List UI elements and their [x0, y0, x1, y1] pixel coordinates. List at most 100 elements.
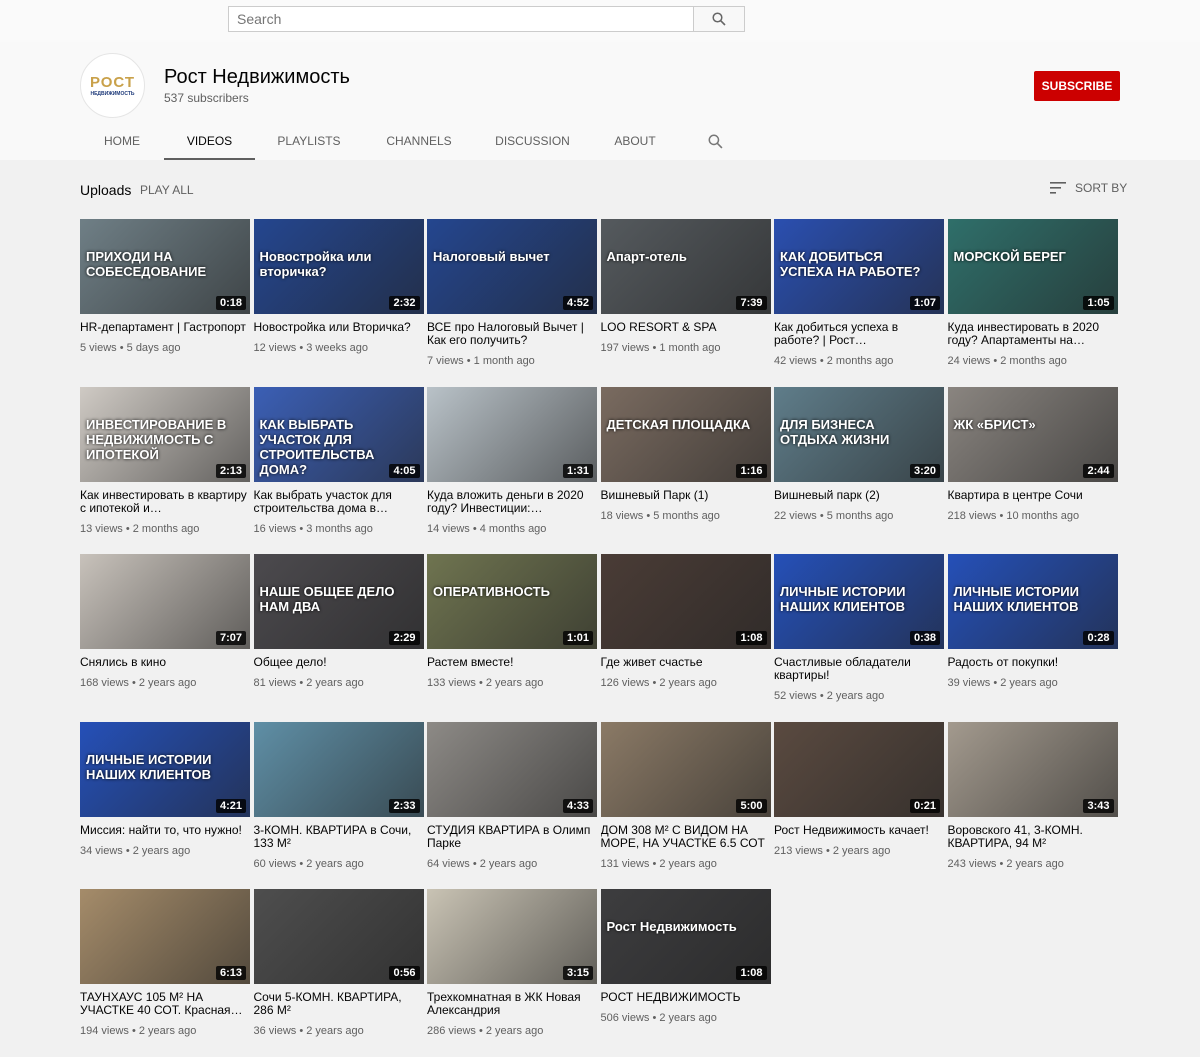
video-title[interactable]: Снялись в кино [80, 656, 250, 669]
tab-home[interactable]: HOME [80, 120, 164, 160]
video-card[interactable]: ЛИЧНЫЕ ИСТОРИИ НАШИХ КЛИЕНТОВ 0:28 Радос… [947, 554, 1118, 722]
video-thumbnail[interactable]: 1:08 [600, 554, 771, 649]
video-title[interactable]: 3-КОМН. КВАРТИРА в Сочи, 133 М² [254, 824, 424, 850]
video-title[interactable]: Общее дело! [254, 656, 424, 669]
video-thumbnail[interactable]: КАК ВЫБРАТЬ УЧАСТОК ДЛЯ СТРОИТЕЛЬСТВА ДО… [253, 386, 424, 482]
video-card[interactable]: ПРИХОДИ НА СОБЕСЕДОВАНИЕ 0:18 HR-департа… [80, 219, 250, 387]
video-thumbnail[interactable]: Апарт-отель 7:39 [600, 219, 771, 314]
video-title[interactable]: Вишневый парк (2) [774, 489, 944, 502]
video-duration: 2:29 [389, 631, 420, 645]
video-title[interactable]: Вишневый Парк (1) [601, 489, 771, 502]
search-input[interactable] [228, 6, 694, 32]
video-thumbnail[interactable]: 0:56 [253, 889, 424, 984]
video-thumbnail[interactable]: ЛИЧНЫЕ ИСТОРИИ НАШИХ КЛИЕНТОВ 0:38 [774, 554, 944, 649]
video-thumbnail[interactable]: 2:33 [253, 721, 424, 817]
video-thumbnail[interactable]: ЛИЧНЫЕ ИСТОРИИ НАШИХ КЛИЕНТОВ 4:21 [80, 721, 250, 817]
video-duration: 4:21 [215, 798, 246, 813]
video-card[interactable]: 4:33 СТУДИЯ КВАРТИРА в Олимп Парке 64 vi… [427, 721, 597, 890]
video-card[interactable]: 0:21 Рост Недвижимость качает! 213 views… [774, 721, 944, 890]
video-title[interactable]: РОСТ НЕДВИЖИМОСТЬ [601, 991, 771, 1004]
video-card[interactable]: 3:43 Воровского 41, 3-КОМН. КВАРТИРА, 94… [947, 721, 1118, 890]
video-card[interactable]: Налоговый вычет 4:52 ВСЕ про Налоговый В… [427, 219, 597, 387]
video-title[interactable]: Квартира в центре Сочи [948, 489, 1118, 502]
video-card[interactable]: ЛИЧНЫЕ ИСТОРИИ НАШИХ КЛИЕНТОВ 0:38 Счаст… [774, 554, 944, 722]
video-thumbnail[interactable]: 3:15 [427, 889, 597, 984]
video-thumbnail[interactable]: НАШЕ ОБЩЕЕ ДЕЛО НАМ ДВА 2:29 [253, 554, 424, 649]
video-thumbnail[interactable]: ПРИХОДИ НА СОБЕСЕДОВАНИЕ 0:18 [80, 219, 250, 314]
video-title[interactable]: Новостройка или Вторичка? [254, 321, 424, 334]
video-card[interactable]: Рост Недвижимость 1:08 РОСТ НЕДВИЖИМОСТЬ… [600, 889, 771, 1057]
video-card[interactable]: КАК ДОБИТЬСЯ УСПЕХА НА РАБОТЕ? 1:07 Как … [774, 219, 944, 387]
video-title[interactable]: LOO RESORT & SPA [601, 321, 771, 334]
video-title[interactable]: Как инвестировать в квартиру с ипотекой … [80, 489, 250, 515]
tab-discussion[interactable]: DISCUSSION [475, 120, 590, 160]
video-thumbnail[interactable]: 1:31 [427, 386, 597, 482]
video-thumbnail[interactable]: ДЛЯ БИЗНЕСА ОТДЫХА ЖИЗНИ 3:20 [774, 386, 944, 482]
video-title[interactable]: Рост Недвижимость качает! [774, 824, 944, 837]
play-all-button[interactable]: PLAY ALL [140, 183, 194, 197]
tab-videos[interactable]: VIDEOS [164, 120, 255, 160]
tab-playlists[interactable]: PLAYLISTS [255, 120, 363, 160]
video-card[interactable]: 1:08 Где живет счастье 126 views • 2 yea… [600, 554, 771, 722]
tab-about[interactable]: ABOUT [590, 120, 680, 160]
video-title[interactable]: Миссия: найти то, что нужно! [80, 824, 250, 837]
video-thumbnail[interactable]: Рост Недвижимость 1:08 [600, 889, 771, 984]
video-card[interactable]: НАШЕ ОБЩЕЕ ДЕЛО НАМ ДВА 2:29 Общее дело!… [253, 554, 424, 722]
video-thumbnail[interactable]: 0:21 [774, 721, 944, 817]
video-card[interactable]: 1:31 Куда вложить деньги в 2020 году? Ин… [427, 386, 597, 555]
video-thumbnail[interactable]: ЖК «БРИСТ» 2:44 [947, 386, 1118, 482]
video-thumbnail[interactable]: МОРСКОЙ БЕРЕГ 1:05 [947, 219, 1118, 314]
video-title[interactable]: HR-департамент | Гастропорт [80, 321, 250, 334]
video-thumbnail[interactable]: ЛИЧНЫЕ ИСТОРИИ НАШИХ КЛИЕНТОВ 0:28 [947, 554, 1118, 649]
video-title[interactable]: ДОМ 308 М² С ВИДОМ НА МОРЕ, НА УЧАСТКЕ 6… [601, 824, 771, 850]
video-card[interactable]: Апарт-отель 7:39 LOO RESORT & SPA 197 vi… [600, 219, 771, 387]
video-title[interactable]: Воровского 41, 3-КОМН. КВАРТИРА, 94 М² [948, 824, 1118, 850]
video-card[interactable]: КАК ВЫБРАТЬ УЧАСТОК ДЛЯ СТРОИТЕЛЬСТВА ДО… [253, 386, 424, 555]
video-card[interactable]: 5:00 ДОМ 308 М² С ВИДОМ НА МОРЕ, НА УЧАС… [600, 721, 771, 890]
video-card[interactable]: 3:15 Трехкомнатная в ЖК Новая Александри… [427, 889, 597, 1057]
channel-search-button[interactable] [680, 120, 750, 160]
video-title[interactable]: Как выбрать участок для строительства до… [254, 489, 424, 515]
video-thumbnail[interactable]: ОПЕРАТИВНОСТЬ 1:01 [427, 554, 597, 649]
video-thumbnail[interactable]: 7:07 [80, 554, 250, 649]
video-title[interactable]: СТУДИЯ КВАРТИРА в Олимп Парке [427, 824, 597, 850]
video-card[interactable]: Новостройка или вторичка? 2:32 Новострой… [253, 219, 424, 387]
video-thumbnail[interactable]: ДЕТСКАЯ ПЛОЩАДКА 1:16 [600, 386, 771, 482]
search-button[interactable] [693, 6, 745, 32]
video-card[interactable]: 0:56 Сочи 5-КОМН. КВАРТИРА, 286 М² 36 vi… [253, 889, 424, 1057]
video-thumbnail[interactable]: 3:43 [947, 721, 1118, 817]
video-title[interactable]: Куда вложить деньги в 2020 году? Инвести… [427, 489, 597, 515]
video-card[interactable]: ОПЕРАТИВНОСТЬ 1:01 Растем вместе! 133 vi… [427, 554, 597, 722]
video-title[interactable]: Как добиться успеха в работе? | Рост… [774, 321, 944, 347]
video-title[interactable]: Где живет счастье [601, 656, 771, 669]
video-title[interactable]: ВСЕ про Налоговый Вычет | Как его получи… [427, 321, 597, 347]
video-thumbnail[interactable]: 4:33 [427, 721, 597, 817]
video-title[interactable]: ТАУНХАУС 105 М² НА УЧАСТКЕ 40 СОТ. Красн… [80, 991, 250, 1017]
video-thumbnail[interactable]: ИНВЕСТИРОВАНИЕ В НЕДВИЖИМОСТЬ С ИПОТЕКОЙ… [80, 386, 250, 482]
video-card[interactable]: МОРСКОЙ БЕРЕГ 1:05 Куда инвестировать в … [947, 219, 1118, 387]
video-card[interactable]: ЛИЧНЫЕ ИСТОРИИ НАШИХ КЛИЕНТОВ 4:21 Мисси… [80, 721, 250, 890]
video-title[interactable]: Растем вместе! [427, 656, 597, 669]
video-card[interactable]: ДЛЯ БИЗНЕСА ОТДЫХА ЖИЗНИ 3:20 Вишневый п… [774, 386, 944, 555]
video-card[interactable]: 7:07 Снялись в кино 168 views • 2 years … [80, 554, 250, 722]
video-title[interactable]: Сочи 5-КОМН. КВАРТИРА, 286 М² [254, 991, 424, 1017]
tab-channels[interactable]: CHANNELS [363, 120, 475, 160]
video-title[interactable]: Радость от покупки! [948, 656, 1118, 669]
sort-by-button[interactable]: SORT BY [1050, 181, 1127, 195]
video-thumbnail[interactable]: Новостройка или вторичка? 2:32 [253, 219, 424, 314]
video-card[interactable]: 6:13 ТАУНХАУС 105 М² НА УЧАСТКЕ 40 СОТ. … [80, 889, 250, 1057]
video-title[interactable]: Трехкомнатная в ЖК Новая Александрия [427, 991, 597, 1017]
video-card[interactable]: ДЕТСКАЯ ПЛОЩАДКА 1:16 Вишневый Парк (1) … [600, 386, 771, 555]
subscribe-button[interactable]: SUBSCRIBE [1034, 71, 1120, 101]
avatar[interactable]: РОСТ НЕДВИЖИМОСТЬ [80, 53, 145, 118]
video-thumbnail[interactable]: 6:13 [80, 889, 250, 984]
thumbnail-text: ОПЕРАТИВНОСТЬ [433, 584, 550, 599]
video-thumbnail[interactable]: КАК ДОБИТЬСЯ УСПЕХА НА РАБОТЕ? 1:07 [774, 219, 944, 314]
video-thumbnail[interactable]: 5:00 [600, 721, 771, 817]
video-card[interactable]: ЖК «БРИСТ» 2:44 Квартира в центре Сочи 2… [947, 386, 1118, 555]
video-card[interactable]: ИНВЕСТИРОВАНИЕ В НЕДВИЖИМОСТЬ С ИПОТЕКОЙ… [80, 386, 250, 555]
video-title[interactable]: Счастливые обладатели квартиры! [774, 656, 944, 682]
video-thumbnail[interactable]: Налоговый вычет 4:52 [427, 219, 597, 314]
video-title[interactable]: Куда инвестировать в 2020 году? Апартаме… [948, 321, 1118, 347]
video-card[interactable]: 2:33 3-КОМН. КВАРТИРА в Сочи, 133 М² 60 … [253, 721, 424, 890]
